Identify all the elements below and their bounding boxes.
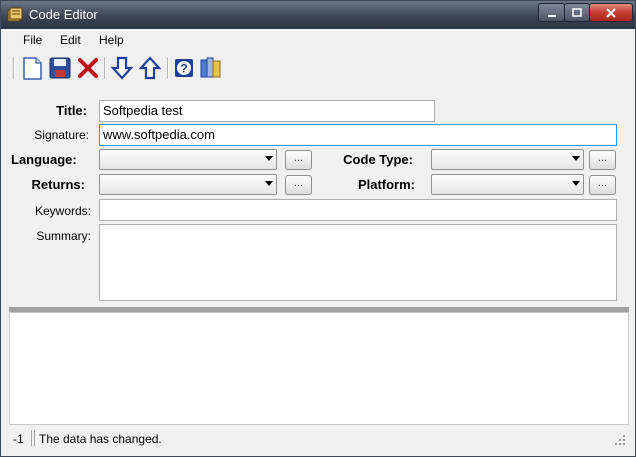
help-button[interactable]: ? <box>172 55 198 81</box>
summary-textarea[interactable] <box>99 224 617 301</box>
platform-select[interactable] <box>431 174 584 195</box>
chevron-down-icon <box>265 156 273 161</box>
keywords-label: Keywords: <box>34 204 91 218</box>
title-label: Title: <box>56 103 87 118</box>
library-icon <box>200 57 221 78</box>
maximize-button[interactable] <box>564 3 590 22</box>
delete-icon <box>78 58 98 78</box>
language-label: Language: <box>11 152 77 167</box>
move-up-button[interactable] <box>137 55 163 81</box>
move-down-icon <box>110 56 134 80</box>
toolbar-separator <box>13 57 15 79</box>
menu-bar: File Edit Help <box>1 29 635 51</box>
close-icon <box>606 8 616 18</box>
save-icon <box>49 57 71 79</box>
chevron-down-icon <box>572 181 580 186</box>
move-up-icon <box>138 56 162 80</box>
signature-input[interactable]: www.softpedia.com <box>99 124 617 146</box>
status-message: The data has changed. <box>39 432 162 446</box>
code-type-select[interactable] <box>431 149 584 170</box>
chevron-down-icon <box>572 156 580 161</box>
minimize-button[interactable] <box>538 3 565 22</box>
code-editor-app-icon <box>7 7 23 22</box>
status-position: -1 <box>13 432 24 446</box>
code-editor-window: Code Editor File Edit Help ? Title: Soft… <box>0 0 636 457</box>
move-down-button[interactable] <box>109 55 135 81</box>
returns-browse-button[interactable]: ... <box>285 175 312 195</box>
signature-label: Signature: <box>34 128 89 142</box>
returns-label: Returns: <box>31 177 85 192</box>
summary-label: Summary: <box>36 229 91 243</box>
keywords-input[interactable] <box>99 199 617 221</box>
close-button[interactable] <box>589 3 633 22</box>
window-title: Code Editor <box>29 7 98 22</box>
minimize-icon <box>547 15 556 17</box>
code-details-form: Title: Softpedia test Signature: www.sof… <box>9 93 629 307</box>
returns-select[interactable] <box>99 174 277 195</box>
chevron-down-icon <box>265 181 273 186</box>
status-bar: -1 The data has changed. <box>9 427 629 449</box>
toolbar: ? <box>1 51 635 87</box>
platform-browse-button[interactable]: ... <box>589 175 616 195</box>
toolbar-separator <box>104 57 106 79</box>
save-button[interactable] <box>47 55 73 81</box>
platform-label: Platform: <box>357 177 415 192</box>
library-button[interactable] <box>198 55 224 81</box>
code-type-label: Code Type: <box>343 152 413 167</box>
status-divider <box>34 430 38 446</box>
toolbar-separator <box>167 57 169 79</box>
language-browse-button[interactable]: ... <box>285 150 312 170</box>
help-icon: ? <box>175 59 193 77</box>
new-document-icon <box>23 57 42 80</box>
maximize-icon <box>572 8 582 17</box>
svg-text:?: ? <box>180 62 187 76</box>
code-content-pane[interactable] <box>9 312 629 425</box>
language-select[interactable] <box>99 149 277 170</box>
delete-button[interactable] <box>75 55 101 81</box>
new-button[interactable] <box>19 55 45 81</box>
code-type-browse-button[interactable]: ... <box>589 150 616 170</box>
menu-file[interactable]: File <box>23 33 42 47</box>
menu-edit[interactable]: Edit <box>60 33 81 47</box>
menu-help[interactable]: Help <box>99 33 124 47</box>
title-input[interactable]: Softpedia test <box>99 100 435 122</box>
resize-grip-icon[interactable] <box>614 434 626 446</box>
title-bar[interactable]: Code Editor <box>1 1 635 29</box>
